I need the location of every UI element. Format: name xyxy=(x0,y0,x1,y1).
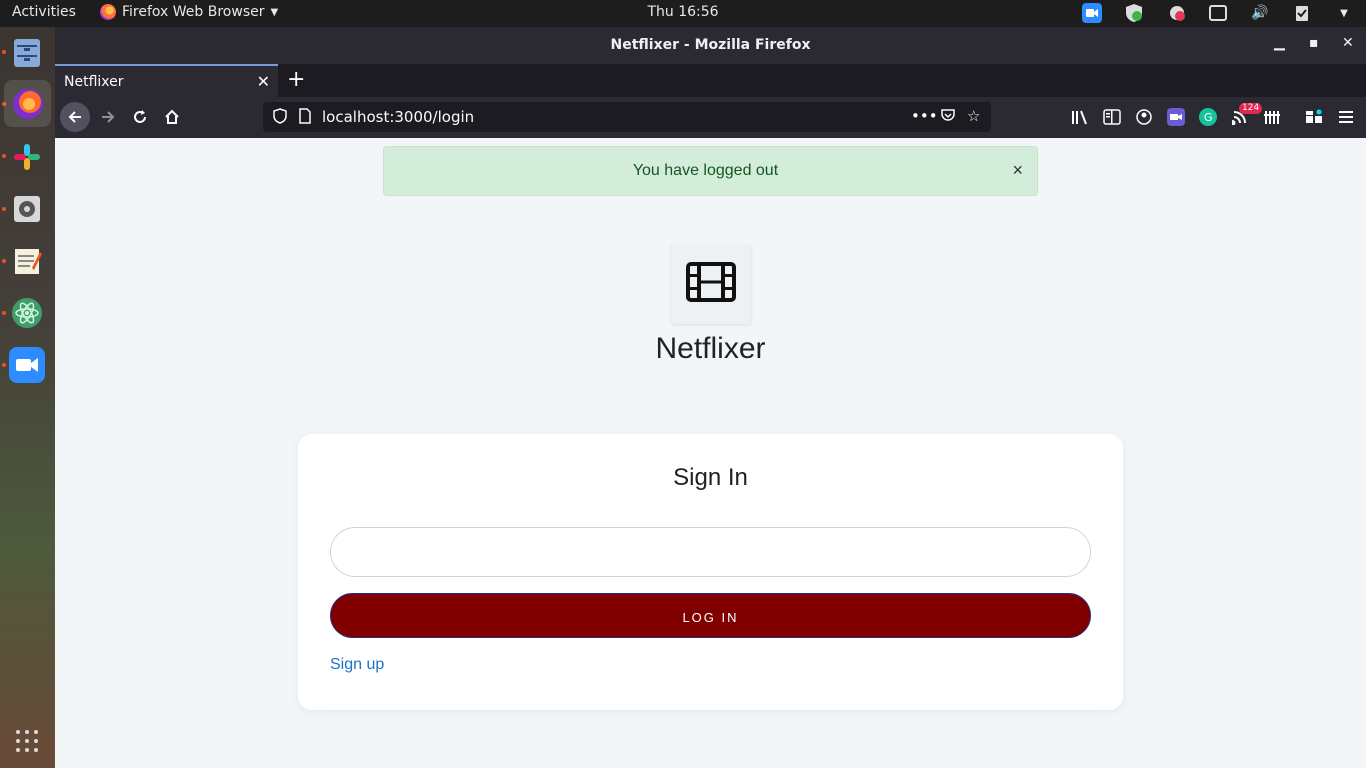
sign-in-title: Sign In xyxy=(673,464,748,491)
tab-bar: Netflixer ✕ + xyxy=(55,64,1366,97)
activities-button[interactable]: Activities xyxy=(12,4,76,20)
page-actions-icon[interactable]: ••• xyxy=(911,107,938,125)
reload-button[interactable] xyxy=(128,105,152,129)
files-icon[interactable] xyxy=(9,35,45,71)
firefox-window: Netflixer - Mozilla Firefox ▁ ▪ ✕ Netfli… xyxy=(55,27,1366,768)
extensions-icon[interactable] xyxy=(1304,107,1324,127)
close-window-icon[interactable]: ✕ xyxy=(1342,35,1354,51)
brand-name: Netflixer xyxy=(655,332,766,365)
window-title: Netflixer - Mozilla Firefox xyxy=(610,37,811,53)
app-menu-label: Firefox Web Browser xyxy=(122,4,265,20)
sign-up-link[interactable]: Sign up xyxy=(330,656,384,674)
back-button[interactable] xyxy=(60,102,90,132)
display-tray-icon[interactable] xyxy=(1208,3,1228,23)
sign-in-card: Sign In LOG IN Sign up xyxy=(298,434,1123,710)
dock xyxy=(0,27,55,768)
tab-netflixer[interactable]: Netflixer ✕ xyxy=(55,64,278,97)
atom-icon[interactable] xyxy=(9,295,45,331)
page-info-icon[interactable] xyxy=(299,108,311,128)
fence-extension-icon[interactable] xyxy=(1262,107,1282,127)
sidebar-icon[interactable] xyxy=(1102,107,1122,127)
running-indicator xyxy=(2,363,6,367)
system-top-bar: Activities Firefox Web Browser ▼ Thu 16:… xyxy=(0,0,1366,27)
running-indicator xyxy=(2,259,6,263)
url-text[interactable]: localhost:3000/login xyxy=(322,108,474,126)
svg-text:G: G xyxy=(1204,111,1213,124)
film-icon xyxy=(686,262,736,306)
show-applications-icon[interactable] xyxy=(16,730,38,752)
pocket-icon[interactable] xyxy=(940,107,956,127)
close-tab-icon[interactable]: ✕ xyxy=(257,72,270,91)
zoom-icon[interactable] xyxy=(9,347,45,383)
alert-close-icon[interactable]: × xyxy=(1012,160,1023,181)
tracking-protection-icon[interactable] xyxy=(273,108,287,128)
running-indicator xyxy=(2,154,6,158)
toolbar-icons: G 124 xyxy=(1070,103,1356,127)
minimize-icon[interactable]: ▁ xyxy=(1274,35,1285,51)
home-button[interactable] xyxy=(160,105,184,129)
feed-icon[interactable]: 124 xyxy=(1230,103,1263,127)
firefox-icon xyxy=(100,4,116,20)
chevron-down-icon: ▼ xyxy=(270,6,279,18)
cat-tray-icon[interactable] xyxy=(1166,3,1186,23)
shield-tray-icon[interactable] xyxy=(1124,3,1144,23)
volume-icon[interactable]: 🔊 xyxy=(1250,3,1270,23)
account-icon[interactable] xyxy=(1134,107,1154,127)
running-indicator xyxy=(2,311,6,315)
feed-badge: 124 xyxy=(1239,103,1263,114)
zoom-tray-icon[interactable] xyxy=(1082,3,1102,23)
hamburger-menu-icon[interactable] xyxy=(1336,107,1356,127)
text-editor-icon[interactable] xyxy=(9,243,45,279)
tab-label: Netflixer xyxy=(64,74,124,90)
new-tab-icon[interactable]: + xyxy=(287,67,305,92)
log-in-button[interactable]: LOG IN xyxy=(330,593,1091,638)
page-content: You have logged out × Netflixer Sign In xyxy=(55,138,1366,768)
url-bar[interactable]: localhost:3000/login ••• ☆ xyxy=(263,102,991,132)
firefox-icon[interactable] xyxy=(4,80,51,127)
forward-button[interactable] xyxy=(96,105,120,129)
logout-alert: You have logged out × xyxy=(383,146,1038,196)
grammarly-icon[interactable]: G xyxy=(1198,107,1218,127)
maximize-icon[interactable]: ▪ xyxy=(1309,35,1319,51)
video-extension-icon[interactable] xyxy=(1166,107,1186,127)
bookmark-star-icon[interactable]: ☆ xyxy=(967,107,980,125)
alert-message: You have logged out xyxy=(632,162,779,179)
library-icon[interactable] xyxy=(1070,107,1090,127)
slack-icon[interactable] xyxy=(9,139,45,175)
window-titlebar: Netflixer - Mozilla Firefox ▁ ▪ ✕ xyxy=(55,27,1366,64)
running-indicator xyxy=(2,50,6,54)
system-menu-chevron-icon[interactable]: ▼ xyxy=(1334,3,1354,23)
app-menu[interactable]: Firefox Web Browser ▼ xyxy=(100,4,278,20)
running-indicator xyxy=(2,207,6,211)
app-logo xyxy=(671,244,751,324)
username-input[interactable] xyxy=(330,527,1091,577)
system-tray: 🔊 ▼ xyxy=(1082,3,1354,23)
settings-icon[interactable] xyxy=(9,191,45,227)
battery-check-icon[interactable] xyxy=(1292,3,1312,23)
navigation-toolbar: localhost:3000/login ••• ☆ G 124 xyxy=(55,97,1366,138)
